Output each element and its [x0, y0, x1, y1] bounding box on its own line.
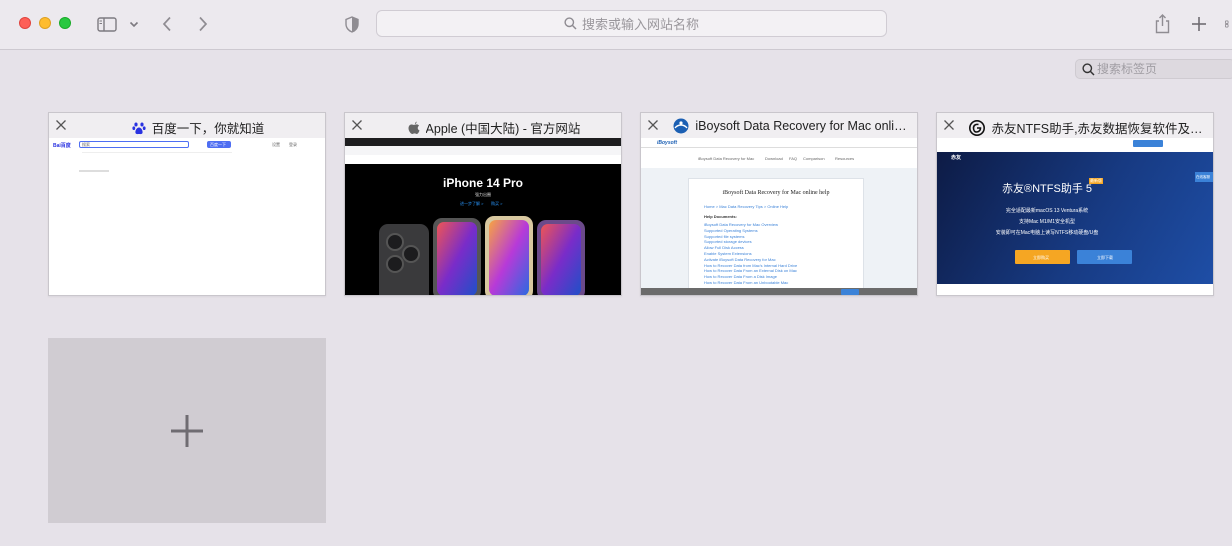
help-heading: iBoysoft Data Recovery for Mac online he… — [722, 190, 830, 196]
nav-item: Resources — [835, 156, 855, 161]
close-tab-icon[interactable] — [55, 119, 67, 131]
back-icon[interactable] — [158, 13, 176, 35]
site-brand: iBoysoft — [657, 140, 677, 146]
site-brand: 赤友 — [951, 155, 962, 161]
hero-headline: iPhone 14 Pro — [442, 176, 524, 190]
nav-item: FAQ — [789, 156, 798, 161]
sidebar-toggle-icon[interactable] — [95, 14, 119, 34]
buy-link: 购买 > — [491, 201, 503, 206]
tab-title: Apple (中国大陆) - 官方网站 — [425, 122, 581, 136]
tab-card-header: 赤友NTFS助手,赤友数据恢复软件及… — [937, 113, 1213, 138]
tab-card-header: Apple (中国大陆) - 官方网站 — [345, 113, 621, 138]
hero-line: 完全适配最新macOS 13 Ventura系统 — [1005, 208, 1089, 214]
tab-title: iBoysoft Data Recovery for Mac onli… — [695, 119, 907, 133]
hero-line: 安装即可在Mac电脑上读写NTFS移动硬盘/U盘 — [995, 230, 1099, 236]
page-preview: iBoysoft iBoysoft Data Recovery for Mac … — [641, 138, 917, 295]
tab-overview-icon[interactable] — [1225, 15, 1232, 33]
baidu-logo: Bai百度 — [53, 143, 71, 149]
chiyou-icon — [969, 119, 986, 136]
chevron-down-icon[interactable] — [127, 16, 141, 32]
new-tab-plus-icon[interactable] — [1189, 13, 1209, 35]
tab-card-apple[interactable]: Apple (中国大陆) - 官方网站 iPhone 14 Pro 强力出圈 进… — [344, 112, 622, 296]
help-section-title: Help Documents: — [704, 214, 737, 219]
minimize-window-button[interactable] — [39, 17, 51, 29]
nav-login: 登录 — [289, 142, 297, 147]
baidu-paw-icon — [132, 122, 146, 134]
nav-item: iBoysoft Data Recovery for Mac — [698, 156, 755, 161]
close-window-button[interactable] — [19, 17, 31, 29]
new-tab-button[interactable] — [48, 338, 326, 523]
search-icon — [1082, 62, 1095, 76]
close-tab-icon[interactable] — [351, 119, 363, 131]
privacy-shield-icon[interactable] — [343, 13, 361, 35]
tab-search-field[interactable] — [1075, 59, 1232, 79]
zoom-window-button[interactable] — [59, 17, 71, 29]
help-link: How to Recover Data From an Unbootable M… — [704, 279, 789, 285]
search-icon — [564, 17, 577, 30]
page-preview: 赤友 赤友®NTFS助手 5 最新版 完全适配最新macOS 13 Ventur… — [937, 138, 1213, 295]
tab-card-baidu[interactable]: 百度一下，你就知道 Bai百度 搜索 百度一下 设置 登录 — [48, 112, 326, 296]
nav-settings: 设置 — [272, 142, 280, 147]
share-icon[interactable] — [1152, 12, 1172, 36]
nav-item: Comparison — [803, 156, 825, 161]
tab-card-header: iBoysoft Data Recovery for Mac onli… — [641, 113, 917, 138]
tab-title: 赤友NTFS助手,赤友数据恢复软件及… — [991, 122, 1203, 136]
hero-line: 支持Mac M1/M1安全机型 — [1018, 219, 1076, 225]
tab-search-input[interactable] — [1097, 62, 1227, 76]
forward-icon[interactable] — [194, 13, 212, 35]
address-bar[interactable]: 搜索或输入网站名称 — [376, 10, 887, 37]
hero-headline: 赤友®NTFS助手 5 — [1002, 183, 1092, 195]
close-tab-icon[interactable] — [647, 119, 659, 131]
customer-service-tag: 在线客服 — [1196, 175, 1210, 179]
search-button-label: 百度一下 — [210, 142, 226, 147]
learn-more-link: 进一步了解 > — [460, 201, 484, 206]
nav-item: Download — [765, 156, 783, 161]
search-value: 搜索 — [82, 142, 90, 147]
page-preview: Bai百度 搜索 百度一下 设置 登录 — [49, 138, 325, 295]
iphone-product-image — [379, 216, 585, 295]
tab-title: 百度一下，你就知道 — [151, 122, 265, 136]
download-button-label: 立即下载 — [1097, 255, 1113, 260]
hero-subline: 强力出圈 — [475, 192, 491, 197]
address-placeholder: 搜索或输入网站名称 — [581, 17, 699, 32]
tab-card-header: 百度一下，你就知道 — [49, 113, 325, 138]
buy-button-label: 立即购买 — [1033, 255, 1049, 260]
close-tab-icon[interactable] — [943, 119, 955, 131]
breadcrumb: Home > Mac Data Recovery Tips > Online H… — [704, 204, 789, 209]
tab-card-chiyou[interactable]: 赤友NTFS助手,赤友数据恢复软件及… 赤友 赤友®NTFS助手 5 最新版 完… — [936, 112, 1214, 296]
plus-icon — [171, 414, 203, 447]
tab-card-iboysoft[interactable]: iBoysoft Data Recovery for Mac onli… iBo… — [640, 112, 918, 296]
browser-toolbar: 搜索或输入网站名称 — [0, 0, 1232, 50]
page-preview: iPhone 14 Pro 强力出圈 进一步了解 > 购买 > — [345, 138, 621, 295]
new-version-badge: 最新版 — [1089, 178, 1103, 184]
apple-logo-icon — [408, 121, 420, 134]
iboysoft-icon — [673, 118, 689, 134]
